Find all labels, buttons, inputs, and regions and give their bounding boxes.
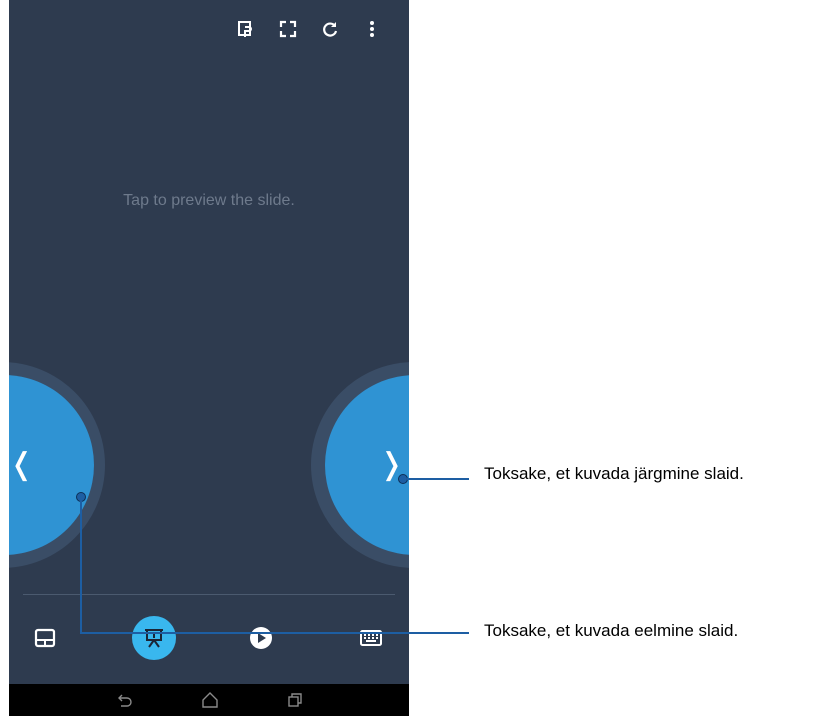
presentation-icon bbox=[145, 629, 163, 648]
presentation-mode-icon[interactable] bbox=[225, 14, 267, 44]
divider bbox=[23, 594, 395, 595]
touchpad-icon bbox=[34, 628, 56, 648]
next-callout-line bbox=[407, 478, 469, 480]
back-button[interactable] bbox=[105, 684, 145, 716]
recents-button[interactable] bbox=[275, 684, 315, 716]
prev-callout-text: Toksake, et kuvada eelmine slaid. bbox=[484, 621, 739, 640]
phone-screen: Tap to preview the slide. ❬ ❭ bbox=[9, 0, 409, 716]
preview-hint[interactable]: Tap to preview the slide. bbox=[9, 192, 409, 210]
keyboard-button[interactable] bbox=[349, 616, 393, 660]
fullscreen-icon[interactable] bbox=[267, 14, 309, 44]
more-vert-icon[interactable] bbox=[351, 14, 393, 44]
refresh-icon[interactable] bbox=[309, 14, 351, 44]
back-icon bbox=[118, 694, 132, 707]
play-button[interactable] bbox=[239, 616, 283, 660]
home-icon bbox=[202, 692, 218, 708]
chevron-left-icon: ❬ bbox=[9, 447, 34, 482]
presentation-button[interactable] bbox=[132, 616, 176, 660]
home-button[interactable] bbox=[190, 684, 230, 716]
prev-callout-line-vertical bbox=[80, 500, 82, 634]
system-nav-bar bbox=[9, 684, 409, 716]
top-toolbar bbox=[225, 14, 393, 44]
bottom-toolbar bbox=[9, 616, 409, 666]
next-callout-text: Toksake, et kuvada järgmine slaid. bbox=[484, 464, 744, 483]
play-icon bbox=[250, 627, 272, 649]
keyboard-icon bbox=[360, 630, 382, 646]
recents-icon bbox=[288, 693, 302, 707]
prev-callout-line-horizontal bbox=[80, 632, 469, 634]
touchpad-button[interactable] bbox=[23, 616, 67, 660]
